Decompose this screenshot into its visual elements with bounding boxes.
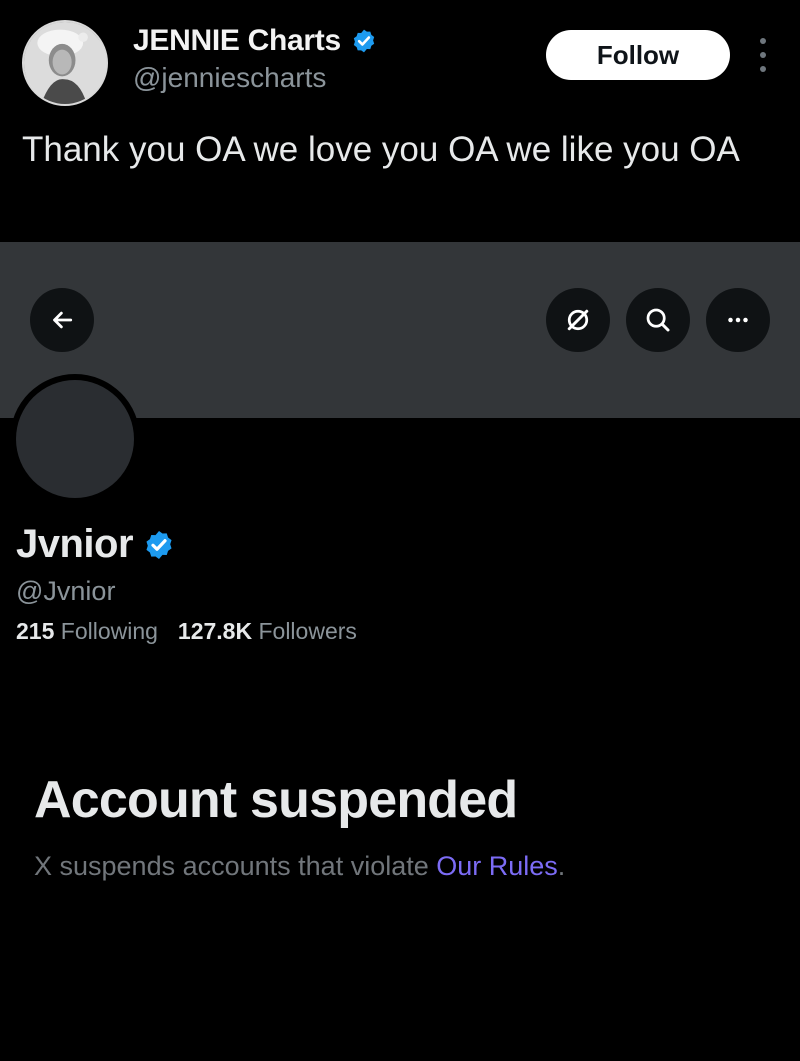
avatar-photo: [24, 22, 106, 104]
search-icon: [646, 308, 670, 332]
following-stat[interactable]: 215 Following: [16, 618, 158, 645]
more-vertical-icon[interactable]: [752, 38, 774, 72]
tweet-author-name[interactable]: JENNIE Charts: [133, 24, 341, 58]
arrow-left-icon: [53, 311, 73, 329]
tweet-author-row: JENNIE Charts: [133, 24, 377, 58]
following-label: Following: [60, 618, 158, 644]
profile-name-row: Jvnior: [16, 522, 175, 567]
tweet-author-avatar[interactable]: [22, 20, 108, 106]
more-horizontal-icon: [728, 317, 748, 323]
avatar-placeholder: [16, 380, 134, 498]
profile-stats: 215 Following 127.8K Followers: [16, 618, 357, 645]
our-rules-link[interactable]: Our Rules: [436, 851, 558, 881]
profile-avatar[interactable]: [10, 374, 140, 504]
grok-button[interactable]: [546, 288, 610, 352]
tweet-author-handle[interactable]: @jenniescharts: [133, 62, 326, 94]
search-button[interactable]: [626, 288, 690, 352]
followers-stat[interactable]: 127.8K Followers: [178, 618, 357, 645]
grok-icon: [567, 309, 589, 331]
suspended-description-period: .: [557, 851, 566, 881]
back-button[interactable]: [30, 288, 94, 352]
tweet-text: Thank you OA we love you OA we like you …: [22, 130, 740, 169]
followers-count: 127.8K: [177, 618, 253, 644]
followers-label: Followers: [258, 618, 357, 644]
suspended-description-text: X suspends accounts that violate: [34, 851, 437, 881]
verified-badge-icon[interactable]: [143, 529, 175, 561]
following-count: 215: [16, 618, 55, 644]
follow-button[interactable]: Follow: [546, 30, 730, 80]
profile-handle: @Jvnior: [16, 576, 116, 606]
profile-name: Jvnior: [16, 522, 134, 566]
suspended-description: X suspends accounts that violate Our Rul…: [34, 851, 565, 882]
tweet-card: JENNIE Charts @jenniescharts Follow Than…: [0, 0, 800, 242]
more-options-button[interactable]: [706, 288, 770, 352]
verified-badge-icon: [353, 29, 375, 53]
suspended-title: Account suspended: [34, 771, 518, 829]
